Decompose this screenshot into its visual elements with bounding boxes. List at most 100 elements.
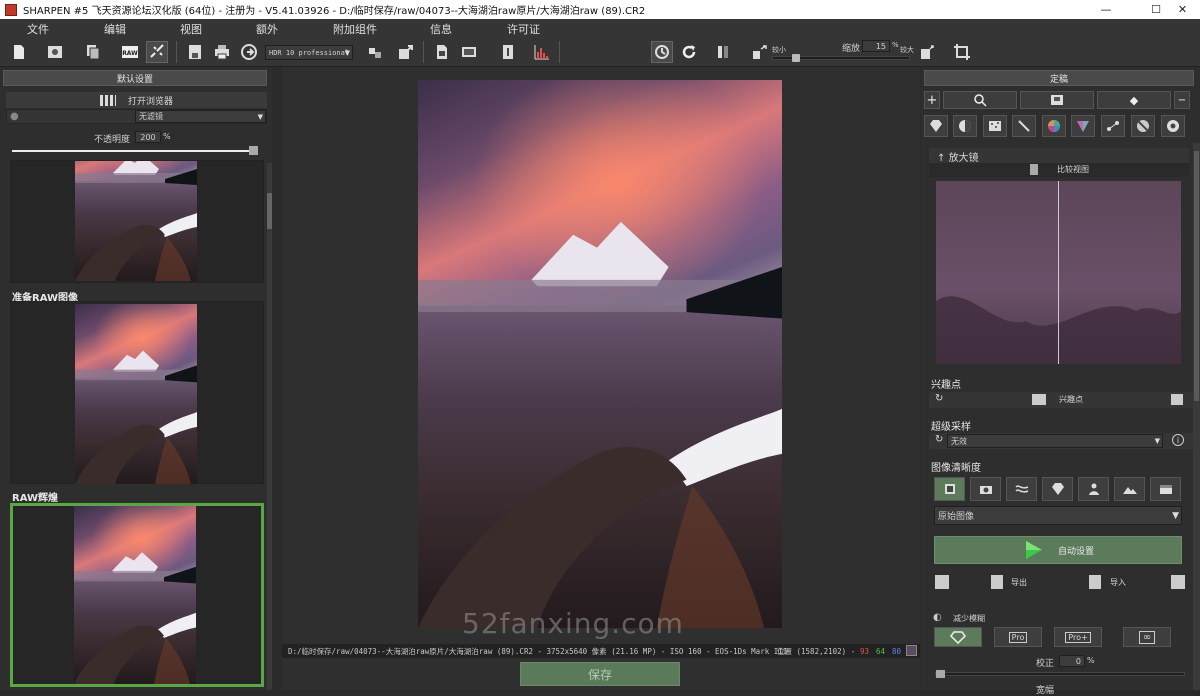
clarity-select[interactable]: 原始图像 ▼: [934, 506, 1182, 525]
wave-icon[interactable]: [1006, 477, 1037, 501]
raw-icon[interactable]: RAW: [119, 41, 141, 63]
new-file-icon[interactable]: [8, 41, 30, 63]
line-filter-icon[interactable]: [1012, 115, 1036, 137]
mask-filter-icon[interactable]: [1131, 115, 1155, 137]
zoom-value-field[interactable]: 15: [862, 40, 890, 52]
filter-select[interactable]: 无滤镜 ▼: [135, 110, 266, 123]
monitor-icon[interactable]: [458, 41, 480, 63]
export-icon[interactable]: [991, 575, 1003, 589]
left-panel: 默认设置 打开浏览器 ● 无滤镜 ▼ 不透明度 200 % 准备RAW图像 RAW…: [0, 67, 272, 690]
remove-icon[interactable]: −: [1174, 91, 1190, 109]
default-settings-button[interactable]: 默认设置: [3, 70, 267, 86]
preset-thumbnail-1[interactable]: [10, 160, 264, 283]
point-tool-icon[interactable]: ◆: [1097, 91, 1171, 109]
points-filter-icon[interactable]: [1101, 115, 1125, 137]
clarity-mode-1-icon[interactable]: [934, 477, 965, 501]
add-icon[interactable]: +: [924, 91, 940, 109]
reset-icon[interactable]: ↻: [935, 393, 943, 404]
menu-edit[interactable]: 编辑: [104, 21, 126, 37]
zoom-slider[interactable]: [772, 54, 910, 62]
minimize-button[interactable]: —: [1086, 0, 1126, 19]
export-label[interactable]: 导出: [1011, 577, 1027, 588]
opacity-field[interactable]: 200: [135, 131, 161, 143]
poi-view-icon[interactable]: [1032, 394, 1046, 405]
close-button[interactable]: ✕: [1165, 0, 1200, 19]
menu-extra[interactable]: 额外: [256, 21, 278, 37]
image-view[interactable]: 52fanxing.com: [282, 67, 920, 690]
menu-view[interactable]: 视图: [180, 21, 202, 37]
thumbnail-scrollbar[interactable]: [267, 163, 272, 690]
right-panel-scrollbar[interactable]: [1193, 143, 1200, 690]
open-file-icon[interactable]: [44, 41, 66, 63]
portrait-icon[interactable]: [1078, 477, 1109, 501]
save-settings-icon[interactable]: [1171, 575, 1185, 589]
auto-settings-button[interactable]: 自动设置: [934, 536, 1182, 564]
zoom-small-label: 较小: [772, 46, 786, 54]
histogram-icon[interactable]: [531, 41, 553, 63]
opacity-slider[interactable]: [12, 146, 258, 155]
poi-label: 兴趣点: [1059, 395, 1083, 404]
green-value: 64: [876, 646, 886, 656]
landscape-icon[interactable]: [1114, 477, 1145, 501]
preset-thumbnail-3-selected[interactable]: [10, 503, 264, 687]
menu-info[interactable]: 信息: [430, 21, 452, 37]
zoom-label: 缩放: [842, 44, 861, 54]
loupe-preview[interactable]: [936, 181, 1181, 364]
zoom-slider-knob[interactable]: [792, 54, 800, 62]
view-tool-icon[interactable]: [1020, 91, 1094, 109]
architecture-icon[interactable]: [1150, 477, 1181, 501]
import-icon[interactable]: [1089, 575, 1101, 589]
load-settings-icon[interactable]: [935, 575, 949, 589]
blur-mode-infinity-icon[interactable]: ∞: [1123, 627, 1171, 647]
blur-mode-pro-plus-button[interactable]: Pro+: [1054, 627, 1102, 647]
crop-icon[interactable]: [951, 41, 973, 63]
open-browser-button[interactable]: 打开浏览器: [6, 92, 267, 108]
info-icon[interactable]: [497, 41, 519, 63]
save-button[interactable]: 保存: [520, 662, 680, 686]
opacity-fill: [12, 150, 258, 152]
magnifier-tool-icon[interactable]: [943, 91, 1017, 109]
thumbnail-image: [75, 161, 197, 281]
import-label[interactable]: 导入: [1110, 577, 1126, 588]
aperture-icon[interactable]: [1161, 115, 1185, 137]
share-icon[interactable]: [238, 41, 260, 63]
zoom-out-icon[interactable]: [748, 41, 770, 63]
reset-icon[interactable]: ↻: [935, 434, 943, 445]
correction-slider[interactable]: [935, 670, 1185, 678]
save-icon[interactable]: [184, 41, 206, 63]
gradient-filter-icon[interactable]: [1071, 115, 1095, 137]
gem-icon[interactable]: [1042, 477, 1073, 501]
export-icon[interactable]: [394, 41, 416, 63]
auto-settings-label: 自动设置: [1057, 546, 1094, 557]
print-icon[interactable]: [211, 41, 233, 63]
document-icon[interactable]: [431, 41, 453, 63]
compare-icon[interactable]: [651, 41, 673, 63]
blur-mode-standard-icon[interactable]: [934, 627, 982, 647]
preset-thumbnail-2[interactable]: [10, 301, 264, 484]
magnifier-header[interactable]: ↑ 放大镜: [929, 148, 1189, 164]
app-icon: [5, 3, 17, 16]
color-wheel-icon[interactable]: [1042, 115, 1066, 137]
zoom-in-icon[interactable]: [916, 41, 938, 63]
supersampling-select[interactable]: 无效 ▼: [947, 434, 1163, 448]
contrast-filter-icon[interactable]: [953, 115, 977, 137]
noise-filter-icon[interactable]: [983, 115, 1007, 137]
diamond-filter-icon[interactable]: [924, 115, 948, 137]
profile-select[interactable]: HDR 10 professional ▼: [265, 45, 353, 60]
correction-field[interactable]: 0: [1059, 655, 1085, 667]
opacity-knob[interactable]: [249, 146, 258, 155]
poi-export-icon[interactable]: [1171, 394, 1183, 405]
cursor-position: 位置 (1582,2102) -: [777, 646, 856, 656]
redo-icon[interactable]: [678, 41, 700, 63]
camera-icon[interactable]: [970, 477, 1001, 501]
output-icon[interactable]: [364, 41, 386, 63]
copy-icon[interactable]: [82, 41, 104, 63]
blur-mode-pro-button[interactable]: Pro: [994, 627, 1042, 647]
split-view-icon[interactable]: [712, 41, 734, 63]
menu-license[interactable]: 许可证: [507, 21, 540, 37]
info-icon[interactable]: i: [1172, 434, 1184, 446]
menu-file[interactable]: 文件: [27, 21, 49, 37]
batch-icon[interactable]: [146, 41, 168, 63]
menu-addons[interactable]: 附加组件: [333, 21, 377, 37]
compare-toggle[interactable]: [1030, 164, 1038, 175]
